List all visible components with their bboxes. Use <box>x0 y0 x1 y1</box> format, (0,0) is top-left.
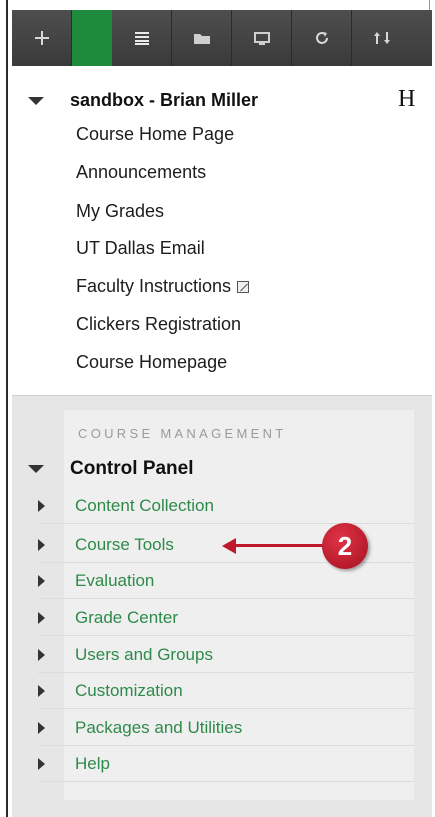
control-panel-caret-icon[interactable] <box>28 465 44 473</box>
refresh-button[interactable] <box>292 10 352 66</box>
menu-link-course-homepage[interactable]: Course Homepage <box>76 352 227 373</box>
callout-arrow-head-icon <box>222 538 236 554</box>
folder-view-button[interactable] <box>172 10 232 66</box>
cp-item-label[interactable]: Packages and Utilities <box>75 718 242 738</box>
callout-step-badge: 2 <box>322 523 368 569</box>
cp-item-packages-and-utilities[interactable]: Packages and Utilities <box>38 710 414 746</box>
course-menu-panel <box>12 66 432 396</box>
list-view-button[interactable] <box>112 10 172 66</box>
cp-item-label[interactable]: Grade Center <box>75 608 178 628</box>
external-link-icon <box>237 281 250 293</box>
menu-link-course-home-page[interactable]: Course Home Page <box>76 124 234 145</box>
reorder-button[interactable] <box>352 10 412 66</box>
monitor-icon <box>253 31 271 45</box>
cp-item-label[interactable]: Help <box>75 754 110 774</box>
control-panel-row[interactable]: Control Panel <box>28 458 194 480</box>
sort-icon <box>373 31 391 45</box>
course-management-heading: COURSE MANAGEMENT <box>78 426 287 441</box>
cp-item-label[interactable]: Evaluation <box>75 571 154 591</box>
expand-caret-icon[interactable] <box>38 574 45 587</box>
cp-item-label[interactable]: Course Tools <box>75 535 174 555</box>
folder-icon <box>193 31 211 45</box>
cropped-heading-letter: H <box>398 86 416 112</box>
list-icon <box>134 31 150 45</box>
menu-link-faculty-instructions[interactable]: Faculty Instructions <box>76 276 250 297</box>
cp-item-grade-center[interactable]: Grade Center <box>38 600 414 636</box>
collapse-caret-icon[interactable] <box>28 96 44 105</box>
cp-item-label[interactable]: Customization <box>75 681 183 701</box>
cp-item-label[interactable]: Content Collection <box>75 496 214 516</box>
add-menu-item-button[interactable] <box>12 10 72 66</box>
course-title[interactable]: sandbox - Brian Miller <box>70 90 258 111</box>
callout-arrow-line <box>230 544 326 547</box>
window-view-button[interactable] <box>232 10 292 66</box>
course-menu-toolbar <box>12 10 432 66</box>
expand-caret-icon[interactable] <box>38 499 45 512</box>
cp-item-evaluation[interactable]: Evaluation <box>38 563 414 599</box>
menu-link-announcements[interactable]: Announcements <box>76 162 206 183</box>
faculty-instructions-label[interactable]: Faculty Instructions <box>76 276 231 296</box>
menu-link-clickers-registration[interactable]: Clickers Registration <box>76 314 241 335</box>
expand-caret-icon[interactable] <box>38 721 45 734</box>
refresh-icon <box>314 30 330 46</box>
expand-caret-icon[interactable] <box>38 538 45 551</box>
menu-link-my-grades[interactable]: My Grades <box>76 201 164 222</box>
cp-item-users-and-groups[interactable]: Users and Groups <box>38 637 414 673</box>
course-title-row[interactable]: sandbox - Brian Miller <box>28 90 258 111</box>
active-indicator <box>72 10 112 66</box>
cp-item-help[interactable]: Help <box>38 746 414 782</box>
cp-item-customization[interactable]: Customization <box>38 673 414 709</box>
cp-item-label[interactable]: Users and Groups <box>75 645 213 665</box>
control-panel-title[interactable]: Control Panel <box>70 458 194 480</box>
plus-icon <box>34 30 50 46</box>
expand-caret-icon[interactable] <box>38 611 45 624</box>
expand-caret-icon[interactable] <box>38 684 45 697</box>
menu-link-ut-dallas-email[interactable]: UT Dallas Email <box>76 238 205 259</box>
cp-item-content-collection[interactable]: Content Collection <box>38 488 414 524</box>
expand-caret-icon[interactable] <box>38 757 45 770</box>
expand-caret-icon[interactable] <box>38 648 45 661</box>
